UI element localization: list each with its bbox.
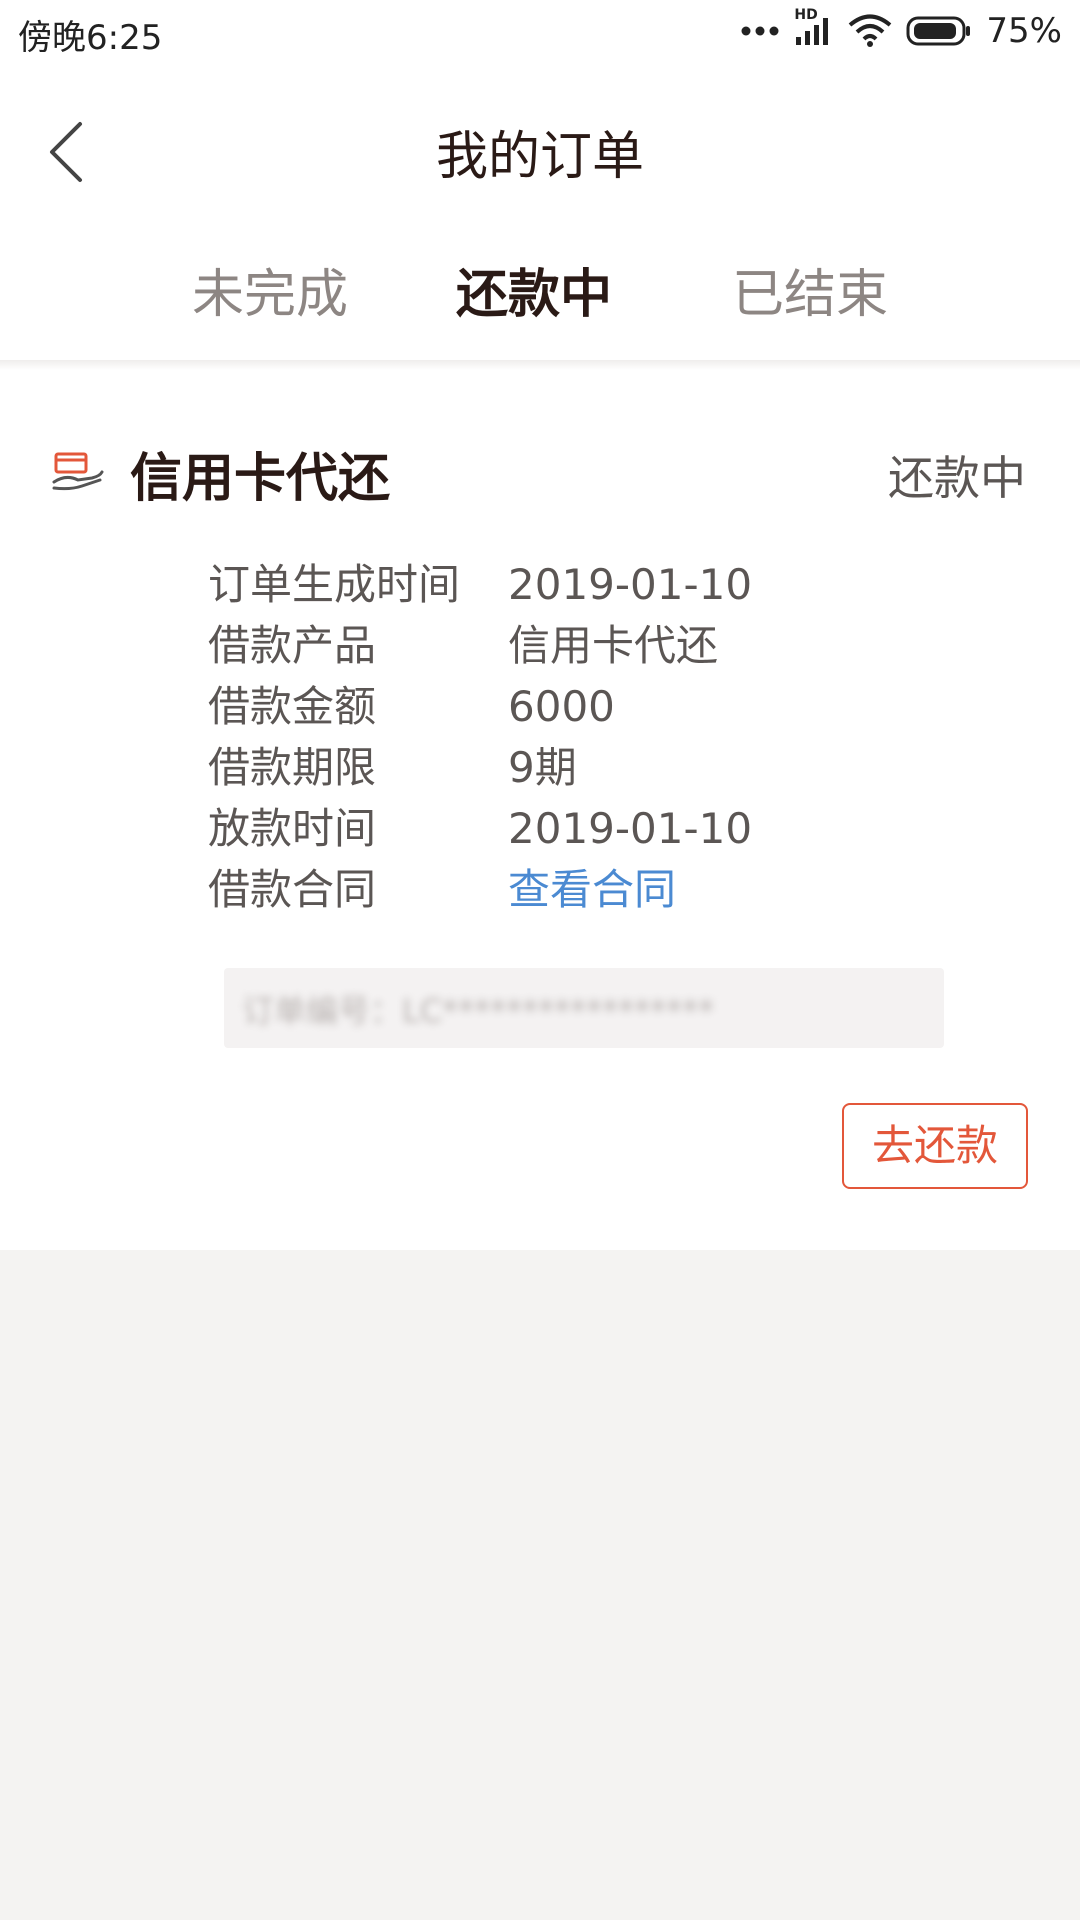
header: 我的订单 未完成 还款中 已结束: [0, 62, 1080, 422]
battery-level: 75%: [986, 11, 1062, 51]
tab-unfinished[interactable]: 未完成: [170, 252, 370, 327]
detail-value: 信用卡代还: [508, 621, 719, 670]
hand-card-icon: [52, 452, 104, 492]
wifi-icon: [848, 14, 892, 48]
battery-icon: [906, 15, 972, 47]
detail-label: 借款合同: [208, 865, 377, 914]
detail-value: 9期: [508, 743, 577, 792]
detail-label: 借款金额: [208, 682, 377, 731]
detail-label: 借款产品: [208, 621, 377, 670]
network-badge: HD: [794, 7, 818, 23]
header-divider: [0, 360, 1080, 370]
order-number: 订单编号：LC*****************: [224, 968, 944, 1048]
detail-value: 6000: [508, 682, 615, 731]
status-icons: HD 75%: [740, 7, 1062, 54]
detail-label: 借款期限: [208, 743, 377, 792]
detail-value: 2019-01-10: [508, 560, 753, 609]
view-contract-link[interactable]: 查看合同: [508, 865, 676, 915]
tab-finished[interactable]: 已结束: [710, 252, 910, 327]
detail-value: 2019-01-10: [508, 804, 753, 853]
status-bar: 傍晚6:25 HD 75%: [0, 0, 1080, 62]
detail-label: 订单生成时间: [208, 560, 461, 609]
order-card: 信用卡代还 还款中 订单生成时间 2019-01-10 借款产品 信用卡代还 借…: [0, 370, 1080, 1250]
tab-repaying[interactable]: 还款中: [434, 252, 634, 327]
order-title: 信用卡代还: [130, 449, 391, 509]
more-dots-icon: [740, 25, 780, 37]
page-title: 我的订单: [435, 127, 644, 187]
signal-icon: HD: [794, 7, 834, 47]
detail-label: 放款时间: [208, 804, 377, 853]
order-number-text: 订单编号：LC*****************: [242, 992, 715, 1030]
order-status: 还款中: [888, 451, 1026, 505]
status-time: 傍晚6:25: [18, 18, 163, 58]
tab-bar: 未完成 还款中 已结束: [0, 252, 1080, 422]
repay-button[interactable]: 去还款: [842, 1103, 1028, 1189]
